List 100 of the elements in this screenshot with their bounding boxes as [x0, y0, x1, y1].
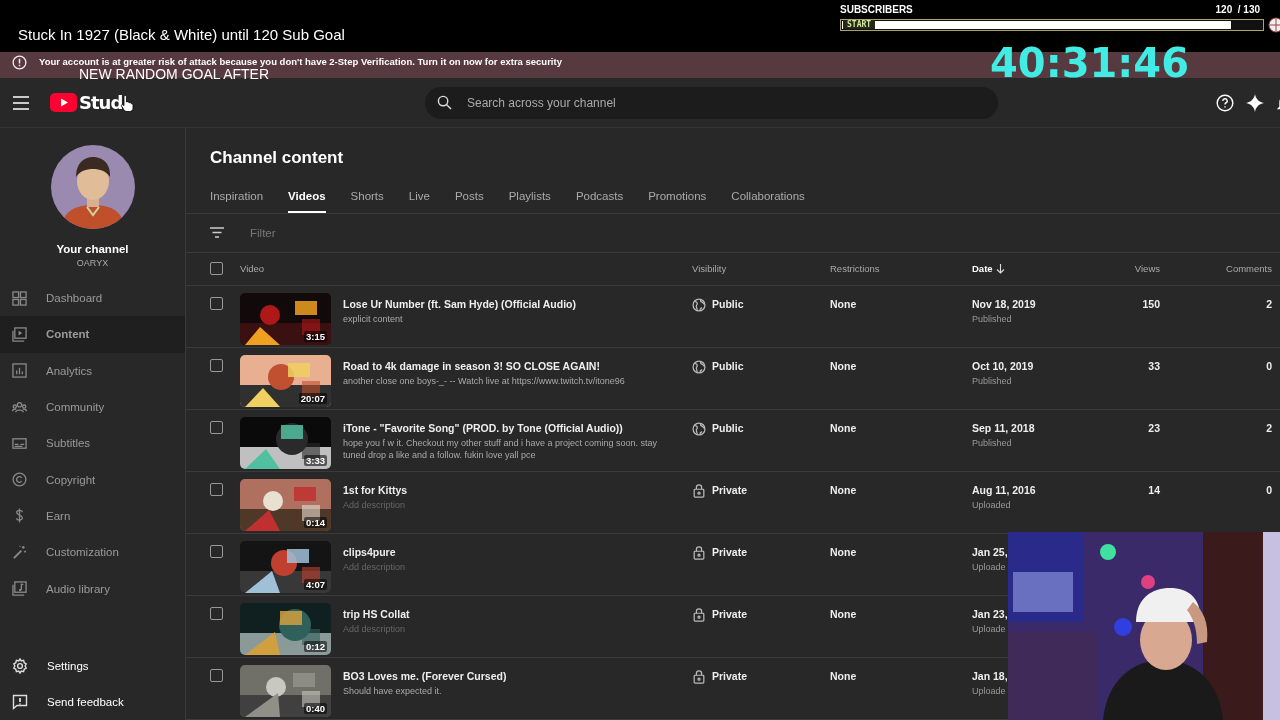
tab[interactable]: Playlists	[508, 190, 551, 213]
video-title[interactable]: trip HS Collat	[343, 608, 663, 621]
nav-item[interactable]: Send feedback	[0, 683, 185, 720]
column-header[interactable]: Date	[972, 263, 1005, 275]
comments-cell: 2	[1266, 422, 1272, 435]
checkbox[interactable]	[210, 421, 223, 435]
filter-field[interactable]: Filter	[248, 225, 448, 240]
tab[interactable]: Podcasts	[575, 190, 624, 213]
checkbox[interactable]	[210, 262, 223, 276]
subscribers-label: SUBSCRIBERS	[840, 4, 913, 15]
nav-item[interactable]: Content	[0, 316, 185, 353]
help-button[interactable]	[1216, 93, 1234, 112]
comments-cell: 0	[1266, 484, 1272, 497]
restrictions-cell: None	[830, 422, 857, 435]
community-icon	[12, 399, 27, 415]
restrictions-cell: None	[830, 298, 857, 311]
restrictions-cell: None	[830, 670, 857, 683]
duration-label: 20:07	[298, 393, 327, 405]
views-cell: 33	[1148, 360, 1160, 373]
checkbox[interactable]	[210, 297, 223, 311]
column-header[interactable]: Views	[1134, 263, 1160, 275]
date-cell-text: Nov 18, 2019	[972, 298, 1037, 311]
status-label: Published	[972, 314, 1013, 325]
column-header[interactable]: Visibility	[692, 263, 727, 275]
nav-item[interactable]: Dashboard	[0, 280, 185, 317]
nav-item[interactable]: Community	[0, 388, 185, 426]
video-title[interactable]: 1st for Kittys	[343, 484, 663, 497]
tab[interactable]: Collaborations	[731, 190, 805, 213]
video-description: Should have expected it.	[343, 686, 443, 698]
search-field[interactable]: Search across your channel	[425, 86, 998, 119]
lock-icon	[692, 670, 706, 685]
date-cell-text: Jan 18,	[972, 670, 1009, 683]
tab[interactable]: Posts	[454, 190, 484, 213]
menu-button[interactable]	[12, 95, 30, 110]
copyright-icon	[12, 472, 27, 488]
search-icon	[437, 94, 452, 110]
tab[interactable]: Live	[408, 190, 430, 213]
video-title[interactable]: iTone - "Favorite Song" (PROD. by Tone (Official Audio))	[343, 422, 663, 435]
nav-item[interactable]: Settings	[0, 647, 185, 684]
views-cell: 23	[1148, 422, 1160, 435]
comments-cell: 2	[1266, 298, 1272, 311]
nav-item[interactable]: Copyright	[0, 461, 185, 498]
restrictions-cell: None	[830, 484, 857, 497]
lock-icon	[692, 484, 706, 499]
comments-cell: 0	[1266, 360, 1272, 373]
checkbox[interactable]	[210, 607, 223, 621]
hand-cursor-icon	[120, 93, 135, 112]
tab[interactable]: Inspiration	[210, 190, 264, 213]
video-title[interactable]: Lose Ur Number (ft. Sam Hyde) (Official Audio)	[343, 298, 663, 311]
column-header[interactable]: Restrictions	[830, 263, 880, 275]
date-cell-text: Jan 25,	[972, 546, 1009, 559]
visibility-label: Private	[712, 670, 748, 683]
status-label: Uploade	[972, 624, 1007, 635]
magic-wand-icon	[12, 544, 27, 560]
nav-item[interactable]: Earn	[0, 497, 185, 535]
nav-item[interactable]: Customization	[0, 534, 185, 571]
settings-icon	[12, 657, 28, 674]
checkbox[interactable]	[210, 359, 223, 373]
filter-icon	[210, 227, 224, 239]
sort-arrow-icon	[995, 264, 1005, 274]
status-label: Uploaded	[972, 500, 1012, 511]
globe-icon	[692, 360, 706, 375]
sparkle-button[interactable]	[1246, 93, 1264, 112]
restrictions-cell: None	[830, 546, 857, 559]
checkbox[interactable]	[210, 545, 223, 559]
video-title[interactable]: BO3 Loves me. (Forever Cursed)	[343, 670, 663, 683]
visibility-label: Public	[712, 360, 744, 373]
visibility-label: Private	[712, 608, 748, 621]
views-cell: 14	[1148, 484, 1160, 497]
crosshair-icon	[1266, 17, 1280, 33]
visibility-label: Public	[712, 422, 744, 435]
restrictions-cell: None	[830, 608, 857, 621]
security-warning: Your account is at greater risk of attack because you don't have 2-Step Verification. Turn it on now for extra security	[39, 56, 562, 67]
video-title[interactable]: Road to 4k damage in season 3! SO CLOSE AGAIN!	[343, 360, 663, 373]
tab[interactable]: Videos	[288, 190, 326, 213]
stream-title: Stuck In 1927 (Black & White) until 120 Sub Goal	[18, 26, 345, 43]
feedback-icon	[12, 693, 28, 710]
page-title: Channel content	[209, 147, 345, 168]
column-header[interactable]: Comments	[1226, 263, 1272, 275]
visibility-label: Private	[712, 546, 748, 559]
analytics-icon	[12, 363, 27, 379]
checkbox[interactable]	[210, 483, 223, 497]
nav-item[interactable]: Audio library	[0, 570, 185, 607]
duration-label: 3:33	[304, 455, 327, 467]
restrictions-cell: None	[830, 360, 857, 373]
date-cell-text: Oct 10, 2019	[972, 360, 1035, 373]
checkbox[interactable]	[210, 669, 223, 683]
visibility-label: Public	[712, 298, 744, 311]
tab[interactable]: Promotions	[648, 190, 707, 213]
nav-item[interactable]: Subtitles	[0, 425, 185, 462]
video-title[interactable]: clips4pure	[343, 546, 663, 559]
status-label: Published	[972, 376, 1013, 387]
column-header[interactable]: Video	[240, 263, 265, 275]
nav-item[interactable]: Analytics	[0, 352, 185, 389]
dashboard-icon	[12, 290, 27, 306]
channel-title: Your channel	[56, 243, 129, 255]
music-library-icon	[12, 581, 27, 596]
subtitles-icon	[12, 435, 27, 451]
video-description: another close one boys-_- -- Watch live at https://www.twitch.tv/itone96	[343, 376, 626, 388]
tab[interactable]: Shorts	[350, 190, 384, 213]
